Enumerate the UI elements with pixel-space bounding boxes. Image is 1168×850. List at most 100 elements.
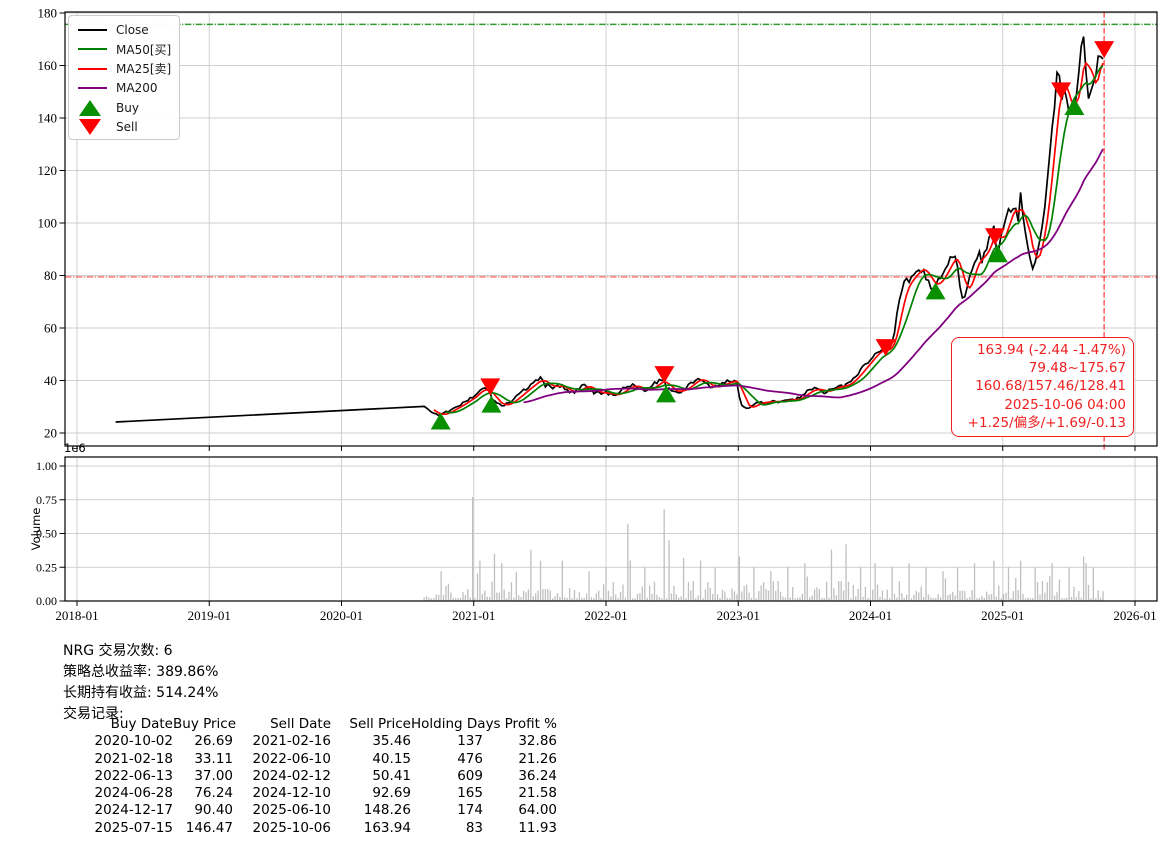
strategy-stats: NRG 交易次数: 6 策略总收益率: 389.86% 长期持有收益: 514.…	[63, 641, 218, 725]
legend-item-label: MA200	[116, 81, 157, 95]
annotation-last-price: 163.94 (-2.44 -1.47%)	[959, 341, 1126, 359]
stat-hold-return: 长期持有收益: 514.24%	[63, 683, 218, 704]
table-cell: 2020-10-02	[67, 733, 173, 750]
table-cell: 609	[411, 768, 483, 785]
table-header-cell: Sell Price	[331, 716, 411, 733]
table-cell: 26.69	[173, 733, 233, 750]
table-cell: 21.58	[483, 785, 557, 802]
table-cell: 163.94	[331, 820, 411, 837]
axis-tick-labels: 204060801001201401601800.000.250.500.751…	[36, 6, 1157, 624]
svg-text:120: 120	[38, 163, 58, 178]
table-cell: 476	[411, 751, 483, 768]
svg-text:20: 20	[44, 426, 57, 441]
annotation-price-range: 79.48~175.67	[959, 359, 1126, 377]
legend-item-2: MA50[买]	[78, 40, 175, 60]
legend-item-label: Buy	[116, 101, 139, 115]
legend-line-swatch	[78, 48, 108, 50]
table-cell: 35.46	[331, 733, 411, 750]
table-cell: 11.93	[483, 820, 557, 837]
table-cell: 76.24	[173, 785, 233, 802]
legend-item-label: MA25[卖]	[116, 60, 171, 77]
table-cell: 2022-06-13	[67, 768, 173, 785]
legend-line-swatch	[78, 68, 108, 70]
svg-text:2026-01: 2026-01	[1113, 608, 1156, 623]
buy-triangle-icon	[78, 99, 108, 117]
table-cell: 2024-06-28	[67, 785, 173, 802]
legend-item-1: Close	[78, 20, 175, 40]
table-cell: 165	[411, 785, 483, 802]
table-cell: 137	[411, 733, 483, 750]
table-cell: 2025-06-10	[233, 802, 331, 819]
svg-text:0.75: 0.75	[36, 493, 57, 507]
chart-legend: Close MA50[买] MA25[卖] MA200 Buy Sell	[68, 15, 180, 140]
legend-item-label: Sell	[116, 120, 138, 134]
table-header-cell: Buy Price	[173, 716, 233, 733]
svg-text:0.25: 0.25	[36, 560, 57, 574]
annotation-signal: +1.25/偏多/+1.69/-0.13	[959, 414, 1126, 432]
table-row: 2024-12-1790.402025-06-10148.2617464.00	[67, 802, 557, 819]
sell-triangle-icon	[78, 118, 108, 136]
table-cell: 21.26	[483, 751, 557, 768]
legend-item-label: MA50[买]	[116, 41, 171, 58]
svg-text:2022-01: 2022-01	[584, 608, 627, 623]
table-cell: 37.00	[173, 768, 233, 785]
table-row: 2022-06-1337.002024-02-1250.4160936.24	[67, 768, 557, 785]
axis-ticks	[60, 13, 1136, 606]
volume-axis-label: Volume	[29, 508, 43, 551]
svg-text:100: 100	[38, 216, 58, 231]
svg-text:60: 60	[44, 321, 57, 336]
table-cell: 174	[411, 802, 483, 819]
table-cell: 2021-02-16	[233, 733, 331, 750]
table-cell: 2024-02-12	[233, 768, 331, 785]
table-row: 2025-07-15146.472025-10-06163.948311.93	[67, 820, 557, 837]
table-header-cell: Sell Date	[233, 716, 331, 733]
price-annotation-box: 163.94 (-2.44 -1.47%) 79.48~175.67 160.6…	[951, 337, 1134, 437]
table-cell: 146.47	[173, 820, 233, 837]
table-cell: 40.15	[331, 751, 411, 768]
gridlines	[65, 12, 1157, 601]
table-cell: 2025-07-15	[67, 820, 173, 837]
svg-text:2023-01: 2023-01	[717, 608, 760, 623]
svg-text:2025-01: 2025-01	[981, 608, 1024, 623]
buy-marker	[431, 412, 451, 429]
svg-text:160: 160	[38, 58, 58, 73]
legend-line-swatch	[78, 87, 108, 89]
svg-text:2019-01: 2019-01	[188, 608, 231, 623]
table-header-row: Buy DateBuy PriceSell DateSell PriceHold…	[67, 716, 557, 733]
svg-text:2018-01: 2018-01	[55, 608, 98, 623]
table-cell: 32.86	[483, 733, 557, 750]
table-cell: 148.26	[331, 802, 411, 819]
table-cell: 2022-06-10	[233, 751, 331, 768]
table-row: 2024-06-2876.242024-12-1092.6916521.58	[67, 785, 557, 802]
volume-offset-label: 1e6	[64, 441, 86, 455]
buy-marker	[926, 282, 946, 299]
svg-text:2021-01: 2021-01	[452, 608, 495, 623]
table-cell: 83	[411, 820, 483, 837]
svg-text:140: 140	[38, 111, 58, 126]
stock-strategy-figure: 204060801001201401601800.000.250.500.751…	[0, 0, 1168, 850]
svg-text:180: 180	[38, 6, 58, 21]
table-row: 2020-10-0226.692021-02-1635.4613732.86	[67, 733, 557, 750]
legend-line-swatch	[78, 29, 108, 31]
sell-marker	[480, 378, 500, 395]
svg-text:80: 80	[44, 268, 57, 283]
volume-panel-border	[65, 457, 1157, 601]
table-cell: 92.69	[331, 785, 411, 802]
svg-text:2024-01: 2024-01	[849, 608, 892, 623]
table-cell: 2024-12-10	[233, 785, 331, 802]
table-cell: 64.00	[483, 802, 557, 819]
legend-item-6: Sell	[78, 118, 175, 138]
table-header-cell: Holding Days	[411, 716, 483, 733]
trade-records-table: Buy DateBuy PriceSell DateSell PriceHold…	[67, 716, 557, 837]
table-cell: 2024-12-17	[67, 802, 173, 819]
table-cell: 90.40	[173, 802, 233, 819]
table-header-cell: Buy Date	[67, 716, 173, 733]
table-cell: 36.24	[483, 768, 557, 785]
legend-item-5: Buy	[78, 98, 175, 118]
legend-item-label: Close	[116, 23, 149, 37]
svg-text:40: 40	[44, 373, 57, 388]
stat-strategy-return: 策略总收益率: 389.86%	[63, 662, 218, 683]
volume-bars	[424, 497, 1104, 601]
table-row: 2021-02-1833.112022-06-1040.1547621.26	[67, 751, 557, 768]
table-cell: 2025-10-06	[233, 820, 331, 837]
